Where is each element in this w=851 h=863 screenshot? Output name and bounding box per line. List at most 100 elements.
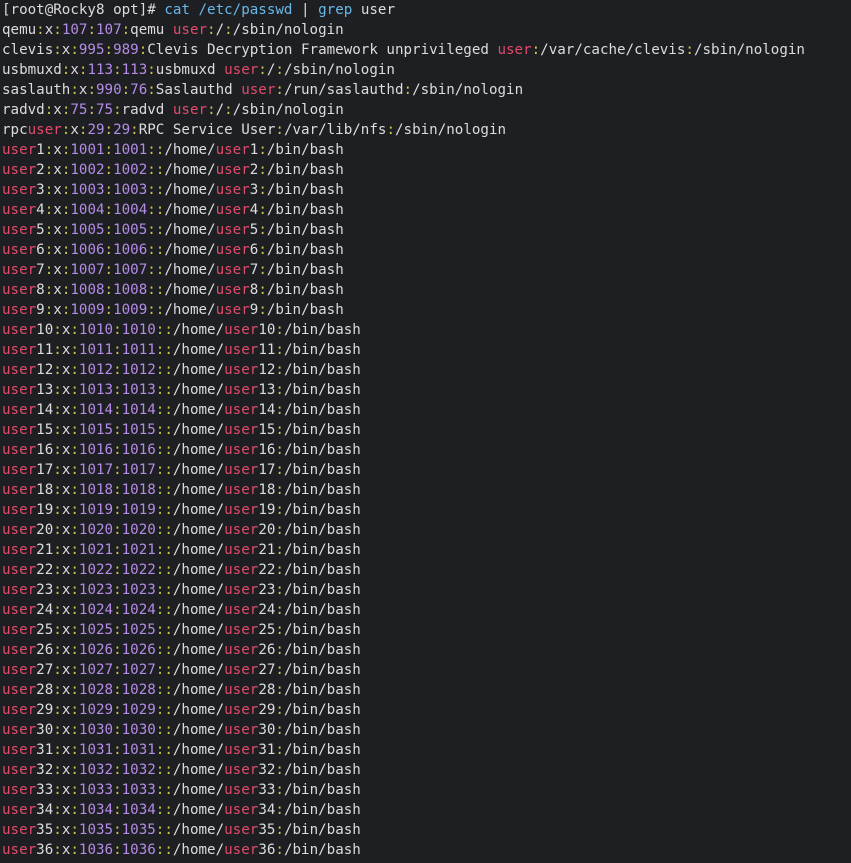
grep-match: user (241, 82, 276, 98)
grep-match: user (224, 382, 259, 398)
output-line: user7:x:1007:1007::/home/user7:/bin/bash (2, 262, 344, 278)
output-line: user12:x:1012:1012::/home/user12:/bin/ba… (2, 362, 361, 378)
output-line: user29:x:1029:1029::/home/user29:/bin/ba… (2, 702, 361, 718)
grep-match: user (2, 362, 37, 378)
command-grep: grep (318, 2, 353, 18)
command-pattern: user (360, 2, 395, 18)
grep-match: user (224, 562, 259, 578)
grep-match: user (224, 702, 259, 718)
grep-match: user (2, 262, 37, 278)
grep-match: user (224, 502, 259, 518)
grep-match: user (224, 642, 259, 658)
output-line: saslauth:x:990:76:Saslauthd user:/run/sa… (2, 82, 524, 98)
command-pipe: | (301, 2, 310, 18)
grep-match: user (224, 522, 259, 538)
grep-match: user (224, 722, 259, 738)
grep-match: user (2, 422, 37, 438)
output-line: user19:x:1019:1019::/home/user19:/bin/ba… (2, 502, 361, 518)
grep-match: user (2, 242, 37, 258)
grep-match: user (224, 782, 259, 798)
output-line: user27:x:1027:1027::/home/user27:/bin/ba… (2, 662, 361, 678)
output-line: user22:x:1022:1022::/home/user22:/bin/ba… (2, 562, 361, 578)
grep-match: user (497, 42, 532, 58)
grep-match: user (224, 802, 259, 818)
output-line: user26:x:1026:1026::/home/user26:/bin/ba… (2, 642, 361, 658)
output-line: user16:x:1016:1016::/home/user16:/bin/ba… (2, 442, 361, 458)
grep-match: user (215, 182, 250, 198)
grep-match: user (215, 302, 250, 318)
output-line: user30:x:1030:1030::/home/user30:/bin/ba… (2, 722, 361, 738)
grep-match: user (2, 722, 37, 738)
output-line: user2:x:1002:1002::/home/user2:/bin/bash (2, 162, 344, 178)
grep-match: user (215, 282, 250, 298)
command-path: /etc/passwd (198, 2, 293, 18)
output-line: user4:x:1004:1004::/home/user4:/bin/bash (2, 202, 344, 218)
grep-match: user (2, 662, 37, 678)
terminal-window[interactable]: [root@Rocky8 opt]# cat /etc/passwd | gre… (0, 0, 851, 863)
grep-match: user (2, 442, 37, 458)
grep-match: user (224, 622, 259, 638)
grep-match: user (224, 582, 259, 598)
grep-match: user (224, 462, 259, 478)
grep-match: user (2, 202, 37, 218)
grep-match: user (2, 742, 37, 758)
prompt-cwd: opt (113, 2, 139, 18)
grep-match: user (2, 822, 37, 838)
grep-match: user (2, 222, 37, 238)
output-line: user33:x:1033:1033::/home/user33:/bin/ba… (2, 782, 361, 798)
grep-match: user (224, 662, 259, 678)
output-line: user18:x:1018:1018::/home/user18:/bin/ba… (2, 482, 361, 498)
grep-match: user (224, 342, 259, 358)
output-line: user15:x:1015:1015::/home/user15:/bin/ba… (2, 422, 361, 438)
output-line: rpcuser:x:29:29:RPC Service User:/var/li… (2, 122, 507, 138)
output-line: qemu:x:107:107:qemu user:/:/sbin/nologin (2, 22, 344, 38)
prompt-hash: # (147, 2, 156, 18)
output-line: user9:x:1009:1009::/home/user9:/bin/bash (2, 302, 344, 318)
grep-match: user (2, 502, 37, 518)
output-line: user28:x:1028:1028::/home/user28:/bin/ba… (2, 682, 361, 698)
grep-match: user (2, 322, 37, 338)
grep-match: user (2, 622, 37, 638)
grep-match: user (215, 222, 250, 238)
grep-match: user (2, 182, 37, 198)
command-line: [root@Rocky8 opt]# cat /etc/passwd | gre… (2, 0, 395, 20)
output-line: user17:x:1017:1017::/home/user17:/bin/ba… (2, 462, 361, 478)
grep-match: user (224, 322, 259, 338)
grep-match: user (2, 522, 37, 538)
output-line: clevis:x:995:989:Clevis Decryption Frame… (2, 42, 805, 58)
output-line: user36:x:1036:1036::/home/user36:/bin/ba… (2, 842, 361, 858)
grep-match: user (2, 402, 37, 418)
grep-match: user (224, 62, 259, 78)
output-line: user35:x:1035:1035::/home/user35:/bin/ba… (2, 822, 361, 838)
grep-match: user (2, 482, 37, 498)
grep-match: user (2, 562, 37, 578)
output-line: usbmuxd:x:113:113:usbmuxd user:/:/sbin/n… (2, 62, 395, 78)
grep-match: user (2, 342, 37, 358)
grep-match: user (224, 542, 259, 558)
grep-match: user (224, 442, 259, 458)
output-line: user1:x:1001:1001::/home/user1:/bin/bash (2, 142, 344, 158)
grep-match: user (215, 162, 250, 178)
output-line: user13:x:1013:1013::/home/user13:/bin/ba… (2, 382, 361, 398)
grep-match: user (2, 462, 37, 478)
output-line: user10:x:1010:1010::/home/user10:/bin/ba… (2, 322, 361, 338)
grep-match: user (224, 422, 259, 438)
grep-match: user (224, 482, 259, 498)
grep-match: user (215, 262, 250, 278)
output-line: user14:x:1014:1014::/home/user14:/bin/ba… (2, 402, 361, 418)
prompt-open-bracket: [ (2, 2, 11, 18)
output-line: user5:x:1005:1005::/home/user5:/bin/bash (2, 222, 344, 238)
prompt-user-host: root@Rocky8 (10, 2, 105, 18)
grep-match: user (2, 702, 37, 718)
output-line: user34:x:1034:1034::/home/user34:/bin/ba… (2, 802, 361, 818)
output-line: radvd:x:75:75:radvd user:/:/sbin/nologin (2, 102, 344, 118)
grep-match: user (2, 782, 37, 798)
grep-match: user (215, 242, 250, 258)
grep-match: user (27, 122, 62, 138)
output-line: user31:x:1031:1031::/home/user31:/bin/ba… (2, 742, 361, 758)
grep-match: user (224, 842, 259, 858)
grep-match: user (2, 582, 37, 598)
grep-match: user (224, 602, 259, 618)
output-line: user20:x:1020:1020::/home/user20:/bin/ba… (2, 522, 361, 538)
grep-match: user (224, 402, 259, 418)
